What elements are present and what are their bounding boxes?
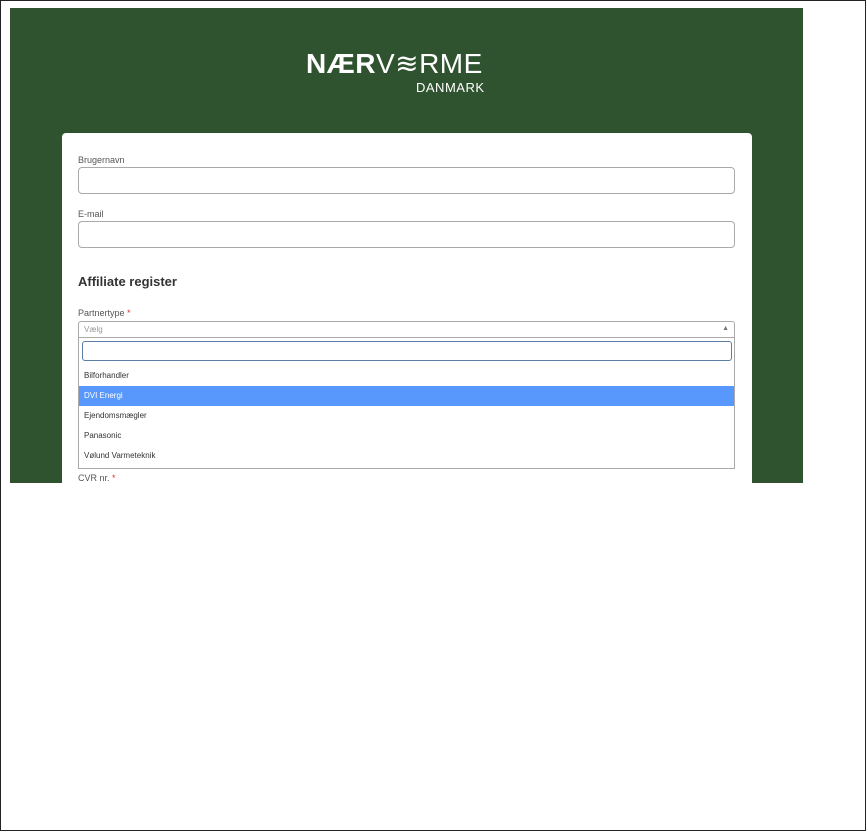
email-label: E-mail xyxy=(78,209,104,219)
naervarme-logo: NÆRV≋RME DANMARK xyxy=(306,49,484,95)
required-marker: * xyxy=(127,308,131,318)
register-card: Brugernavn E-mail Affiliate register Par… xyxy=(62,133,752,483)
partnertype-select[interactable]: Vælg ▲ xyxy=(78,321,735,338)
email-input[interactable] xyxy=(78,221,735,248)
option-panasonic[interactable]: Panasonic xyxy=(79,426,734,446)
cvr-label-text: CVR nr. xyxy=(78,473,110,483)
username-label: Brugernavn xyxy=(78,155,125,165)
dropdown-options: Bilforhandler DVI Energi Ejendomsmægler … xyxy=(79,366,734,466)
username-input[interactable] xyxy=(78,167,735,194)
section-title: Affiliate register xyxy=(78,274,177,289)
option-dvi-energi[interactable]: DVI Energi xyxy=(79,386,734,406)
option-volund-varmeteknik[interactable]: Vølund Varmeteknik xyxy=(79,446,734,466)
cvr-label: CVR nr. * xyxy=(78,473,116,483)
logo-part-naer: NÆR xyxy=(306,48,376,79)
partnertype-label: Partnertype * xyxy=(78,308,131,319)
chevron-up-icon: ▲ xyxy=(722,325,729,332)
cvr-required-marker: * xyxy=(112,473,116,483)
logo-subtitle: DANMARK xyxy=(416,80,485,95)
partnertype-label-text: Partnertype xyxy=(78,308,125,318)
select-placeholder: Vælg xyxy=(84,325,103,334)
partnertype-dropdown: Bilforhandler DVI Energi Ejendomsmægler … xyxy=(78,338,735,469)
browser-frame: NÆRV≋RME DANMARK Brugernavn E-mail Affil… xyxy=(0,0,866,831)
option-ejendomsmaegler[interactable]: Ejendomsmægler xyxy=(79,406,734,426)
logo-wordmark: NÆRV≋RME xyxy=(306,49,483,79)
option-bilforhandler[interactable]: Bilforhandler xyxy=(79,366,734,386)
page-background: NÆRV≋RME DANMARK Brugernavn E-mail Affil… xyxy=(10,8,803,483)
logo-part-varme: V≋RME xyxy=(375,48,483,79)
dropdown-search-input[interactable] xyxy=(82,341,732,361)
